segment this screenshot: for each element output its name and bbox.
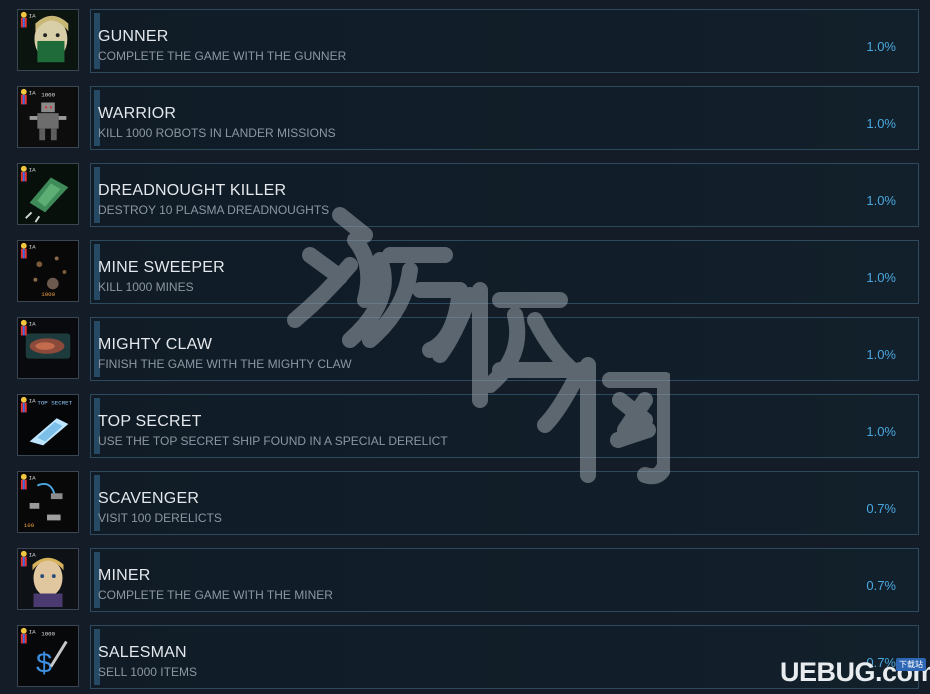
achievement-panel: SALESMAN SELL 1000 ITEMS 0.7% xyxy=(90,625,919,689)
unlock-percentage: 1.0% xyxy=(866,39,896,54)
unlock-percentage: 0.7% xyxy=(866,501,896,516)
unlock-percentage: 1.0% xyxy=(866,424,896,439)
achievement-description: DESTROY 10 PLASMA DREADNOUGHTS xyxy=(98,203,330,217)
achievement-row[interactable]: IA GUNNER COMPLETE THE GAME WITH THE GUNNE… xyxy=(0,9,930,73)
achievement-row[interactable]: IA 1000 WARRIOR KILL 1000 ROBOTS IN LANDER … xyxy=(0,86,930,150)
svg-text:IA: IA xyxy=(29,13,36,20)
achievement-description: KILL 1000 ROBOTS IN LANDER MISSIONS xyxy=(98,126,336,140)
achievement-panel: MINE SWEEPER KILL 1000 MINES 1.0% xyxy=(90,240,919,304)
svg-text:IA: IA xyxy=(29,167,36,174)
robot-icon: IA 1000 xyxy=(17,86,79,148)
svg-text:$: $ xyxy=(35,648,52,681)
achievement-description: VISIT 100 DERELICTS xyxy=(98,511,222,525)
claw-ship-icon: IA xyxy=(17,317,79,379)
svg-text:IA: IA xyxy=(29,321,36,328)
achievement-panel: DREADNOUGHT KILLER DESTROY 10 PLASMA DREA… xyxy=(90,163,919,227)
svg-text:TOP SECRET: TOP SECRET xyxy=(37,400,72,407)
achievement-row[interactable]: IA MIGHTY CLAW FINISH THE GAME WITH THE MI… xyxy=(0,317,930,381)
mines-icon: IA 1000 xyxy=(17,240,79,302)
achievement-description: USE THE TOP SECRET SHIP FOUND IN A SPECI… xyxy=(98,434,448,448)
unlock-percentage: 1.0% xyxy=(866,193,896,208)
svg-text:IA: IA xyxy=(29,90,36,97)
dollar-sword-icon: $ IA 1000 xyxy=(17,625,79,687)
miner-portrait-icon: IA xyxy=(17,548,79,610)
achievement-panel: WARRIOR KILL 1000 ROBOTS IN LANDER MISSIO… xyxy=(90,86,919,150)
achievement-name: TOP SECRET xyxy=(98,413,202,430)
achievement-description: COMPLETE THE GAME WITH THE MINER xyxy=(98,588,333,602)
achievement-row[interactable]: $ IA 1000 SALESMAN SELL 1000 ITEMS 0.7% xyxy=(0,625,930,689)
achievement-panel: TOP SECRET USE THE TOP SECRET SHIP FOUND … xyxy=(90,394,919,458)
svg-text:IA: IA xyxy=(29,244,36,251)
unlock-percentage: 0.7% xyxy=(866,655,896,670)
dreadnought-ship-icon: IA xyxy=(17,163,79,225)
achievement-name: MINE SWEEPER xyxy=(98,259,225,276)
achievement-panel: MINER COMPLETE THE GAME WITH THE MINER 0.7… xyxy=(90,548,919,612)
achievement-description: SELL 1000 ITEMS xyxy=(98,665,197,679)
achievement-row[interactable]: IA DREADNOUGHT KILLER DESTROY 10 PLASMA DR… xyxy=(0,163,930,227)
unlock-percentage: 1.0% xyxy=(866,347,896,362)
achievement-row[interactable]: IA MINER COMPLETE THE GAME WITH THE MINER 0… xyxy=(0,548,930,612)
achievement-row[interactable]: IA 100 SCAVENGER VISIT 100 DERELICTS 0.7% xyxy=(0,471,930,535)
achievement-row[interactable]: IA 1000 MINE SWEEPER KILL 1000 MINES 1.0% xyxy=(0,240,930,304)
svg-text:1000: 1000 xyxy=(41,92,55,99)
achievement-name: SALESMAN xyxy=(98,644,187,661)
achievement-row[interactable]: IA TOP SECRET TOP SECRET USE THE TOP SECRET… xyxy=(0,394,930,458)
achievement-panel: SCAVENGER VISIT 100 DERELICTS 0.7% xyxy=(90,471,919,535)
svg-text:IA: IA xyxy=(29,629,36,636)
achievement-name: GUNNER xyxy=(98,28,169,45)
secret-ship-icon: IA TOP SECRET xyxy=(17,394,79,456)
unlock-percentage: 1.0% xyxy=(866,270,896,285)
svg-text:1000: 1000 xyxy=(41,631,55,638)
svg-text:1000: 1000 xyxy=(41,291,55,298)
achievement-panel: GUNNER COMPLETE THE GAME WITH THE GUNNER 1… xyxy=(90,9,919,73)
achievement-name: SCAVENGER xyxy=(98,490,200,507)
derelicts-icon: IA 100 xyxy=(17,471,79,533)
achievement-name: DREADNOUGHT KILLER xyxy=(98,182,287,199)
achievement-description: FINISH THE GAME WITH THE MIGHTY CLAW xyxy=(98,357,352,371)
achievement-name: MINER xyxy=(98,567,151,584)
svg-text:IA: IA xyxy=(29,475,36,482)
achievement-panel: MIGHTY CLAW FINISH THE GAME WITH THE MIGH… xyxy=(90,317,919,381)
achievement-description: KILL 1000 MINES xyxy=(98,280,194,294)
svg-text:IA: IA xyxy=(29,398,36,405)
svg-text:IA: IA xyxy=(29,552,36,559)
gunner-portrait-icon: IA xyxy=(17,9,79,71)
achievement-name: WARRIOR xyxy=(98,105,177,122)
unlock-percentage: 0.7% xyxy=(866,578,896,593)
svg-text:100: 100 xyxy=(24,522,35,529)
unlock-percentage: 1.0% xyxy=(866,116,896,131)
achievement-name: MIGHTY CLAW xyxy=(98,336,213,353)
achievement-description: COMPLETE THE GAME WITH THE GUNNER xyxy=(98,49,347,63)
